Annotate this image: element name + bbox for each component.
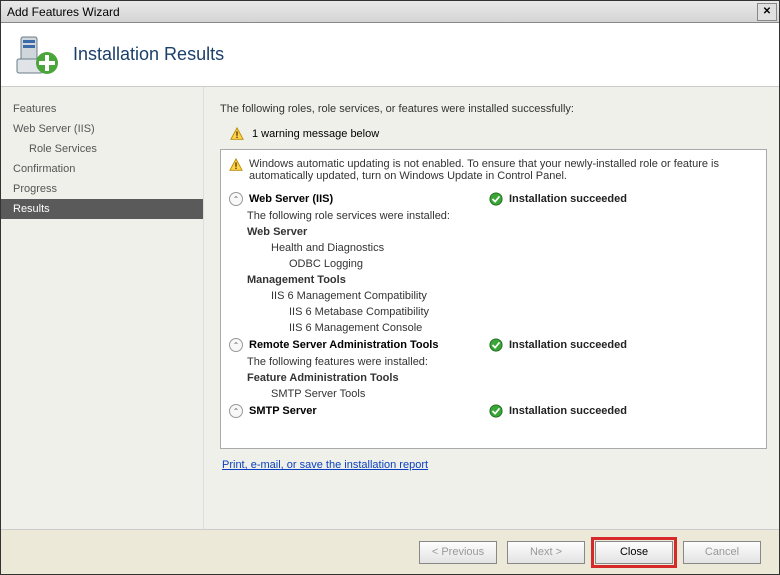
status-badge: Installation succeeded [489,338,627,352]
sidebar: FeaturesWeb Server (IIS)Role ServicesCon… [1,87,204,529]
list-item: SMTP Server Tools [229,386,758,402]
section-title: Web Server (IIS) [249,193,489,205]
warning-icon [229,158,243,172]
wizard-icon [15,33,59,77]
next-button: Next > [507,541,585,564]
collapse-icon[interactable]: ⌃ [229,404,243,418]
button-bar: < Previous Next > Close Cancel [1,530,779,574]
intro-text: The following roles, role services, or f… [220,103,767,115]
list-item: IIS 6 Management Compatibility [229,288,758,304]
window-title: Add Features Wizard [7,5,120,19]
window-close-button[interactable]: ✕ [757,3,777,21]
sidebar-item-progress[interactable]: Progress [1,179,203,199]
previous-button: < Previous [419,541,497,564]
warning-summary-text: 1 warning message below [252,128,379,140]
titlebar: Add Features Wizard ✕ [1,1,779,23]
warning-summary-row: 1 warning message below [220,123,767,149]
report-link[interactable]: Print, e-mail, or save the installation … [220,449,767,481]
section-title: SMTP Server [249,405,489,417]
header: Installation Results [1,23,779,87]
list-item: IIS 6 Management Console [229,320,758,336]
update-notice: Windows automatic updating is not enable… [229,156,758,190]
close-icon: ✕ [763,6,771,17]
group-title: Web Server [229,224,758,240]
status-text: Installation succeeded [509,405,627,417]
collapse-icon[interactable]: ⌃ [229,338,243,352]
section-title: Remote Server Administration Tools [249,339,489,351]
status-text: Installation succeeded [509,339,627,351]
status-text: Installation succeeded [509,193,627,205]
update-notice-text: Windows automatic updating is not enable… [249,158,758,182]
section-subtitle: The following features were installed: [229,354,758,370]
success-icon [489,338,503,352]
section-subtitle: The following role services were install… [229,208,758,224]
sidebar-item-confirmation[interactable]: Confirmation [1,159,203,179]
collapse-icon[interactable]: ⌃ [229,192,243,206]
section-header: ⌃ Remote Server Administration Tools Insta… [229,336,758,354]
sidebar-item-web-server-iis-[interactable]: Web Server (IIS) [1,119,203,139]
results-list[interactable]: Windows automatic updating is not enable… [220,149,767,449]
success-icon [489,404,503,418]
status-badge: Installation succeeded [489,404,627,418]
section-header: ⌃ SMTP Server Installation succeeded [229,402,758,420]
sidebar-item-role-services[interactable]: Role Services [1,139,203,159]
warning-icon [230,127,244,141]
group-title: Management Tools [229,272,758,288]
list-item: ODBC Logging [229,256,758,272]
list-item: Health and Diagnostics [229,240,758,256]
sidebar-item-features[interactable]: Features [1,99,203,119]
sidebar-item-results[interactable]: Results [1,199,203,219]
group-title: Feature Administration Tools [229,370,758,386]
status-badge: Installation succeeded [489,192,627,206]
success-icon [489,192,503,206]
main-panel: The following roles, role services, or f… [204,87,779,529]
content: FeaturesWeb Server (IIS)Role ServicesCon… [1,87,779,530]
close-button[interactable]: Close [595,541,673,564]
cancel-button: Cancel [683,541,761,564]
list-item: IIS 6 Metabase Compatibility [229,304,758,320]
section-header: ⌃ Web Server (IIS) Installation succeeded [229,190,758,208]
page-title: Installation Results [73,44,224,65]
